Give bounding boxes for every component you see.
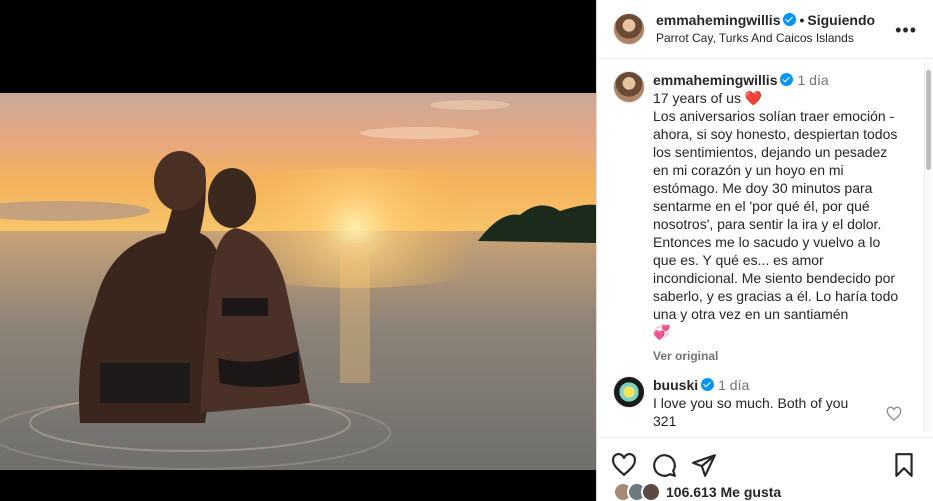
following-button[interactable]: Siguiendo xyxy=(807,12,875,28)
comment-time[interactable]: 1 día xyxy=(718,377,749,393)
comment-text: I love you so much. Both of you 321 xyxy=(653,395,849,429)
scrollbar[interactable] xyxy=(924,62,932,432)
author-avatar[interactable] xyxy=(613,13,645,45)
comment-like-heart-icon[interactable] xyxy=(886,406,902,422)
author-username[interactable]: emmahemingwillis xyxy=(656,12,780,28)
post-side-panel: emmahemingwillis • Siguiendo Parrot Cay, T… xyxy=(596,0,933,501)
bookmark-icon[interactable] xyxy=(891,452,917,478)
post-photo[interactable] xyxy=(0,93,596,470)
share-icon[interactable] xyxy=(691,452,717,478)
likes-count[interactable]: 106.613 Me gusta xyxy=(666,484,781,500)
liker-avatar[interactable] xyxy=(641,482,661,501)
commenter-username[interactable]: buuski xyxy=(653,377,698,393)
caption-first-line: 17 years of us xyxy=(653,90,741,106)
post-header: emmahemingwillis • Siguiendo Parrot Cay, T… xyxy=(597,0,933,59)
comment-body: buuski 1 día I love you so much. Both of … xyxy=(653,376,873,430)
author-line: emmahemingwillis • Siguiendo xyxy=(656,12,875,28)
caption-avatar[interactable] xyxy=(613,71,645,103)
verified-badge-icon xyxy=(780,73,794,86)
separator-dot: • xyxy=(799,12,805,28)
caption-text: Los aniversarios solían traer emoción - … xyxy=(653,107,905,341)
commenter-avatar[interactable] xyxy=(613,376,645,408)
comment-icon[interactable] xyxy=(651,452,677,478)
scrollbar-thumb[interactable] xyxy=(926,70,931,170)
heart-icon[interactable] xyxy=(611,452,637,478)
post-location[interactable]: Parrot Cay, Turks And Caicos Islands xyxy=(656,31,854,45)
caption-text-body: Los aniversarios solían traer emoción - … xyxy=(653,108,903,322)
verified-badge-icon xyxy=(701,378,715,391)
caption-body: emmahemingwillis 1 día 17 years of us ❤️ … xyxy=(653,71,905,365)
sunset-couple-photo xyxy=(0,93,596,470)
see-original-link[interactable]: Ver original xyxy=(653,347,905,365)
post-media xyxy=(0,0,596,501)
caption-time[interactable]: 1 día xyxy=(797,72,828,88)
verified-badge-icon xyxy=(783,13,797,26)
comments-scroll-area[interactable]: emmahemingwillis 1 día 17 years of us ❤️ … xyxy=(597,60,933,437)
more-icon[interactable]: ••• xyxy=(895,20,917,41)
hearts-emoji: 💞 xyxy=(653,324,671,340)
caption-username[interactable]: emmahemingwillis xyxy=(653,72,777,88)
red-heart-emoji: ❤️ xyxy=(744,90,763,106)
